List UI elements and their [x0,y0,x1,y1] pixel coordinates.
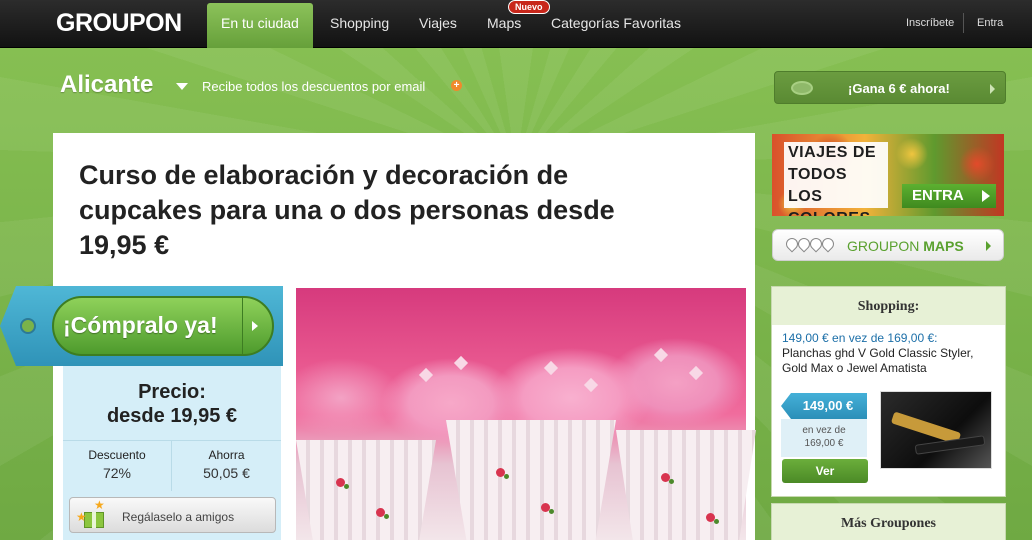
earn-credit-label: ¡Gana 6 € ahora! [848,81,950,96]
nav-tab-viajes[interactable]: Viajes [405,0,471,48]
heart-decoration [543,360,559,376]
city-selector[interactable]: Alicante [60,71,153,99]
discount-label: Descuento [88,448,146,462]
viajes-entra-button[interactable]: ENTRA [902,184,996,208]
saving-value: 50,05 € [203,465,250,481]
cupcake-liner [296,440,436,540]
rose-pattern [541,503,550,512]
gift-to-friends-button[interactable]: ★ ★ Regálaselo a amigos [69,497,276,533]
viajes-promo-banner[interactable]: VIAJES DE TODOS LOS COLORES ENTRA [772,134,1004,216]
heart-decoration [688,365,704,381]
more-groupons-title: Más Groupones [771,503,1006,540]
rose-pattern [496,468,505,477]
chevron-down-icon[interactable] [176,83,188,90]
shopping-old-price: en vez de 169,00 € [781,419,867,457]
rose-pattern [661,473,670,482]
shopping-offer-link[interactable]: 149,00 € en vez de 169,00 €: Planchas gh… [782,331,1002,376]
viajes-line: VIAJES DE [788,144,877,161]
price-value: desde 19,95 € [106,405,238,427]
nav-separator [963,13,964,33]
earn-credit-button[interactable]: ¡Gana 6 € ahora! [774,71,1006,104]
shopping-widget: Shopping: 149,00 € en vez de 169,00 €: P… [771,286,1006,497]
rose-pattern [376,508,385,517]
discount-stat: Descuento 72% [63,441,172,491]
shopping-price-tag: 149,00 € [781,393,867,419]
gift-label: Regálaselo a amigos [122,510,235,524]
view-offer-button[interactable]: Ver [782,459,868,483]
nav-tab-shopping[interactable]: Shopping [316,0,403,48]
signup-link[interactable]: Inscríbete [906,17,954,29]
shopping-price-line[interactable]: 149,00 € en vez de 169,00 €: [782,331,1002,346]
groupon-maps-button[interactable]: GROUPON MAPS [772,229,1004,261]
heart-decoration [453,355,469,371]
discount-value: 72% [102,465,132,481]
email-subscribe-link[interactable]: Recibe todos los descuentos por email [202,79,425,94]
heart-decoration [418,367,434,383]
viajes-promo-text: VIAJES DE TODOS LOS COLORES [784,142,888,216]
tag-hole [20,318,36,334]
buy-now-button[interactable]: ¡Cómpralo ya! [52,296,274,356]
deal-stats: Descuento 72% Ahorra 50,05 € [63,440,281,491]
saving-label: Ahorra [208,448,245,462]
groupon-logo[interactable]: GROUPON [56,9,182,38]
heart-decoration [653,347,669,363]
cupcake-liner [616,430,756,540]
deal-title: Curso de elaboración y decoración de cup… [79,160,615,260]
saving-stat: Ahorra 50,05 € [172,441,281,491]
eye-icon [791,81,813,95]
groupon-maps-label: GROUPON MAPS [847,238,964,254]
price-label: Precio: [138,381,206,403]
viajes-line: TODOS LOS [788,166,848,205]
chevron-right-icon [990,84,995,94]
deal-photo-cupcakes [296,288,756,540]
login-link[interactable]: Entra [977,17,1003,29]
cupcake-liner [446,420,616,540]
buy-now-label: ¡Cómpralo ya! [63,312,218,338]
gift-icon: ★ ★ [76,498,106,528]
top-navigation: GROUPON En tu ciudad Shopping Viajes Map… [0,0,1032,48]
shopping-description[interactable]: Planchas ghd V Gold Classic Styler, Gold… [782,346,1002,376]
heart-decoration [583,377,599,393]
viajes-line: COLORES [788,208,884,216]
price-block: Precio: desde 19,95 € [63,380,281,428]
shopping-title: Shopping: [772,287,1005,325]
nav-tab-categorias-favoritas[interactable]: Categorías Favoritas [537,0,695,48]
chevron-right-icon [986,241,991,251]
plus-icon[interactable]: + [451,80,462,91]
rose-pattern [336,478,345,487]
nav-tab-en-tu-ciudad[interactable]: En tu ciudad [207,3,313,48]
rose-pattern [706,513,715,522]
product-image-hair-straightener[interactable] [880,391,992,469]
